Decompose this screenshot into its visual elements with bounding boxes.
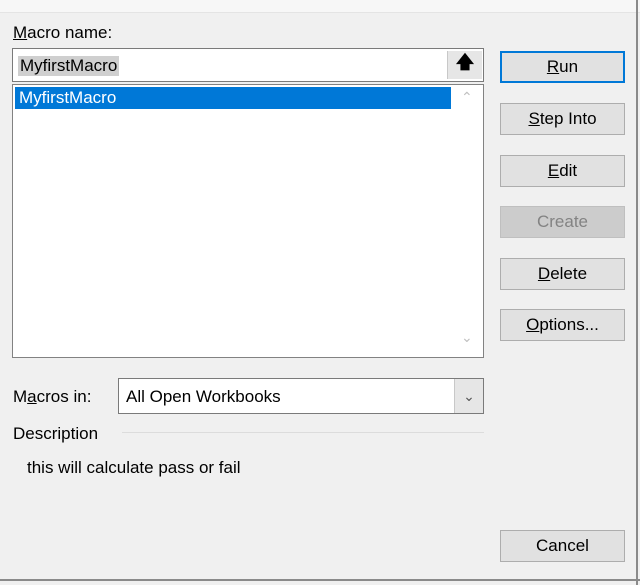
edit-button[interactable]: Edit [500,155,625,187]
step-into-label: Step Into [528,109,597,128]
list-item[interactable]: MyfirstMacro [15,87,451,109]
cancel-label: Cancel [536,536,589,555]
create-label: Create [536,212,589,231]
list-scrollbar[interactable]: ⌃ ⌄ [453,85,483,357]
options-button[interactable]: Options... [500,309,625,341]
create-button[interactable]: Create [500,206,625,238]
description-text: this will calculate pass or fail [27,458,241,477]
description-divider [122,432,484,433]
cancel-button[interactable]: Cancel [500,530,625,562]
macro-list[interactable]: MyfirstMacro ⌃ ⌄ [12,84,484,358]
macro-name-value[interactable]: MyfirstMacro [18,56,120,76]
macro-name-input[interactable]: MyfirstMacro 🡅 [12,48,484,82]
options-label: Options... [526,315,599,334]
up-arrow-icon: 🡅 [455,52,475,72]
macros-in-label: Macros in: [13,387,92,406]
window-border-bottom [0,579,640,581]
edit-label: Edit [547,161,578,180]
chevron-down-icon[interactable]: ⌄ [454,379,483,413]
run-button[interactable]: Run [500,51,625,83]
scroll-down-icon[interactable]: ⌄ [461,329,473,346]
window-border-right [636,0,638,585]
run-label: Run [546,57,579,76]
macros-in-value: All Open Workbooks [126,387,281,406]
scroll-up-icon[interactable]: ⌃ [461,89,473,106]
delete-button[interactable]: Delete [500,258,625,290]
macros-in-dropdown[interactable]: All Open Workbooks ⌄ [118,378,484,414]
select-reference-button[interactable]: 🡅 [447,51,482,79]
title-band [0,0,640,13]
description-label: Description [13,424,99,443]
step-into-button[interactable]: Step Into [500,103,625,135]
macro-name-label: Macro name: [13,23,113,42]
delete-label: Delete [537,264,588,283]
